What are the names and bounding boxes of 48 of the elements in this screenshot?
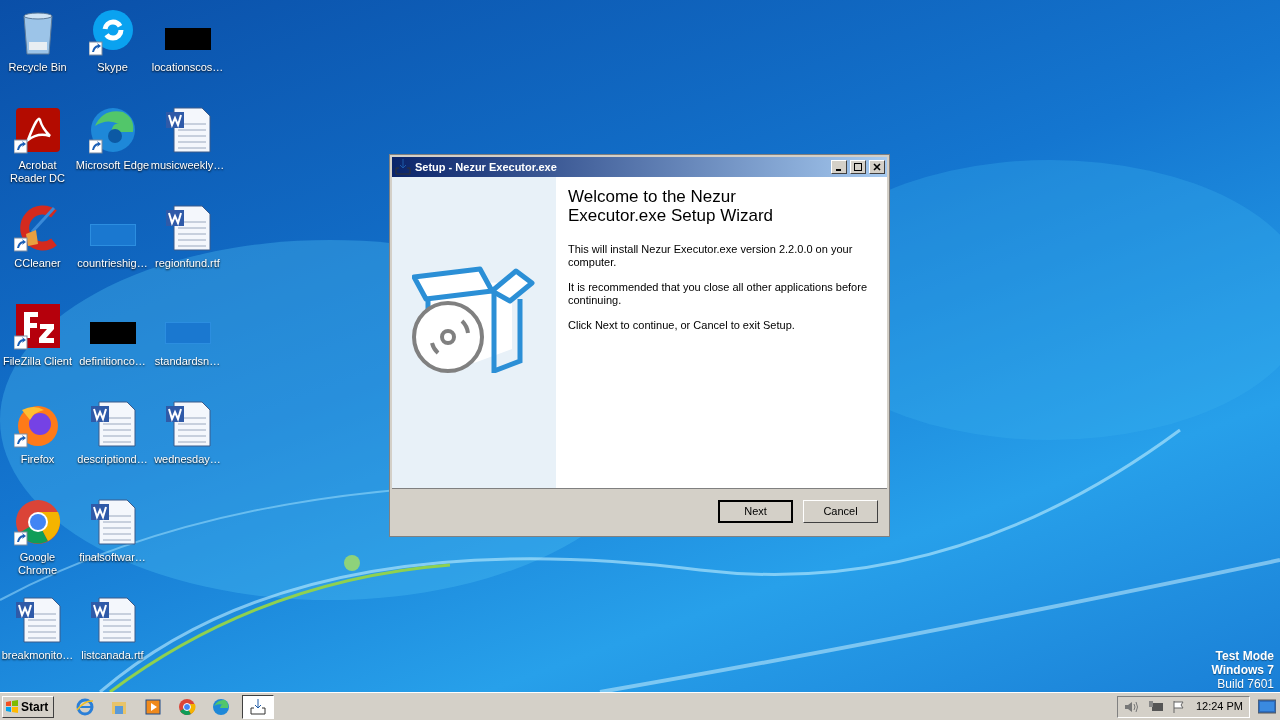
desktop-icon-label[interactable]: finalsoftwar… <box>75 551 150 564</box>
desktop-icon-label[interactable]: Microsoft Edge <box>75 159 150 172</box>
speaker-icon <box>1124 699 1140 714</box>
internet-explorer-icon <box>76 697 94 716</box>
close-icon <box>873 163 881 171</box>
desktop-icon-label[interactable]: Recycle Bin <box>0 61 75 74</box>
desktop-icon-label[interactable]: descriptiond… <box>75 453 150 466</box>
chrome-icon <box>178 697 196 716</box>
desktop-icon-label[interactable]: Acrobat Reader DC <box>0 159 75 185</box>
wizard-heading: Welcome to the Nezur Executor.exe Setup Wizard <box>568 187 775 225</box>
desktop-icon-label[interactable]: wednesday… <box>150 453 225 466</box>
desktop-icon-label[interactable]: countrieshig… <box>75 257 150 270</box>
wizard-paragraph: This will install Nezur Executor.exe version 2.2.0.0 on your computer. <box>568 243 854 269</box>
desktop-icon-label[interactable]: FileZilla Client <box>0 355 75 368</box>
start-button[interactable]: Start <box>2 695 54 718</box>
desktop-icon-label[interactable]: definitionco… <box>75 355 150 368</box>
desktop-icon-label[interactable]: locationscos… <box>150 61 225 74</box>
installer-icon <box>394 158 412 176</box>
desktop-icon-label[interactable]: breakmonito… <box>0 649 75 662</box>
media-player-icon <box>144 697 162 716</box>
system-watermark-text: Build 7601 <box>1217 677 1274 691</box>
windows-logo-icon <box>5 699 19 714</box>
minimize-button[interactable] <box>831 160 847 174</box>
desktop-icon-label[interactable]: CCleaner <box>0 257 75 270</box>
show-desktop-icon[interactable] <box>1258 698 1276 715</box>
network-icon <box>1148 699 1164 714</box>
maximize-button[interactable] <box>850 160 866 174</box>
next-button[interactable]: Next <box>718 500 793 523</box>
system-watermark-text: Test Mode <box>1215 649 1274 663</box>
desktop-icon-label[interactable]: Google Chrome <box>0 551 75 577</box>
desktop-icon-label[interactable]: musicweekly… <box>150 159 225 172</box>
window-title: Setup - Nezur Executor.exe <box>415 159 558 175</box>
system-watermark-text: Windows 7 <box>1211 663 1274 677</box>
flag-icon <box>1172 699 1186 714</box>
desktop-icon-label[interactable]: Skype <box>75 61 150 74</box>
close-button[interactable] <box>869 160 885 174</box>
wizard-paragraph: It is recommended that you close all other applications before continuing. <box>568 281 868 307</box>
taskbar-button[interactable] <box>242 694 274 719</box>
desktop-icon-label[interactable]: standardsn… <box>150 355 225 368</box>
maximize-icon <box>854 163 862 171</box>
desktop-icon-label[interactable]: listcanada.rtf <box>75 649 150 662</box>
wizard-paragraph: Click Next to continue, or Cancel to exit Setup. <box>568 319 796 332</box>
installer-icon <box>249 697 267 716</box>
desktop-icon-label[interactable]: regionfund.rtf <box>150 257 225 270</box>
desktop-icon-label[interactable]: Firefox <box>0 453 75 466</box>
clock: 12:24 PM <box>1195 699 1243 715</box>
cancel-button[interactable]: Cancel <box>803 500 878 523</box>
edge-icon <box>212 697 230 716</box>
